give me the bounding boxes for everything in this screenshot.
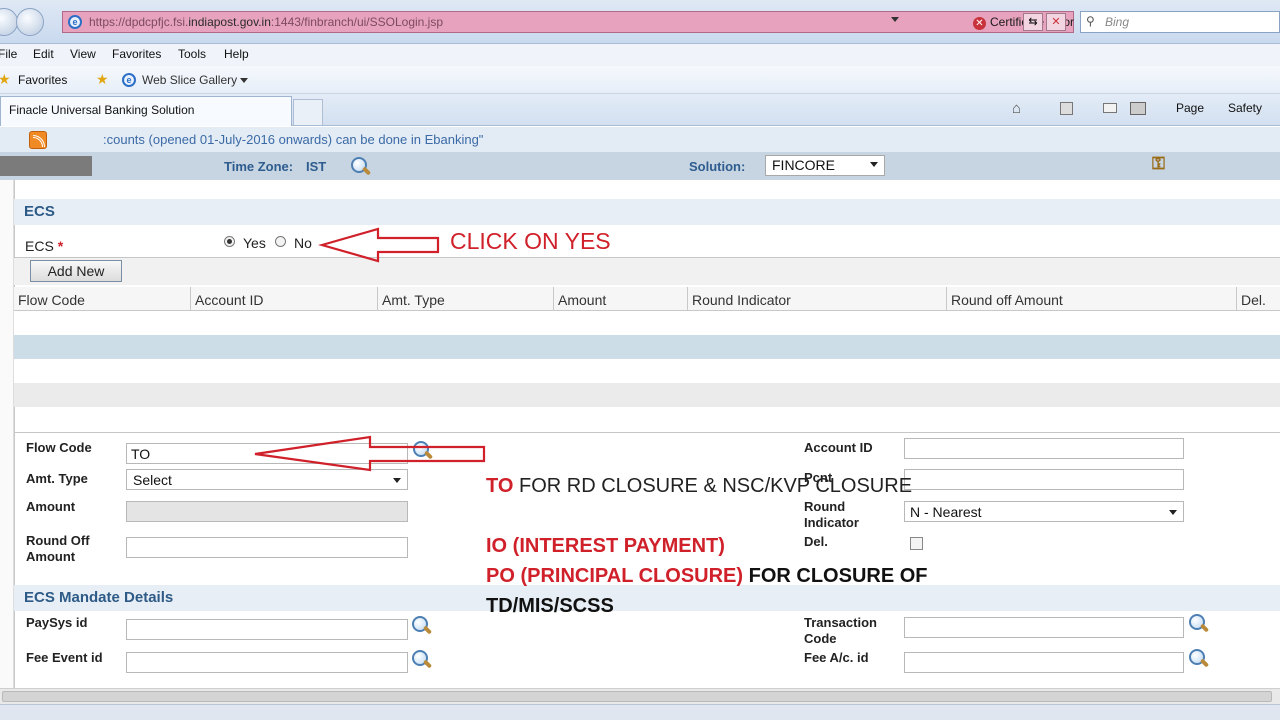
io-annotation: IO (INTEREST PAYMENT) (486, 535, 725, 557)
arrow-to-yes (317, 227, 440, 263)
annotation-overlay (254, 227, 486, 472)
click-on-yes-annotation: CLICK ON YES (450, 228, 611, 254)
po-annotation: PO (PRINCIPAL CLOSURE) FOR CLOSURE OF (486, 565, 928, 587)
arrow-to-flow-code (254, 435, 486, 472)
to-annotation: TO FOR RD CLOSURE & NSC/KVP CLOSURE (486, 475, 913, 497)
td-annotation: TD/MIS/SCSS (486, 595, 614, 617)
